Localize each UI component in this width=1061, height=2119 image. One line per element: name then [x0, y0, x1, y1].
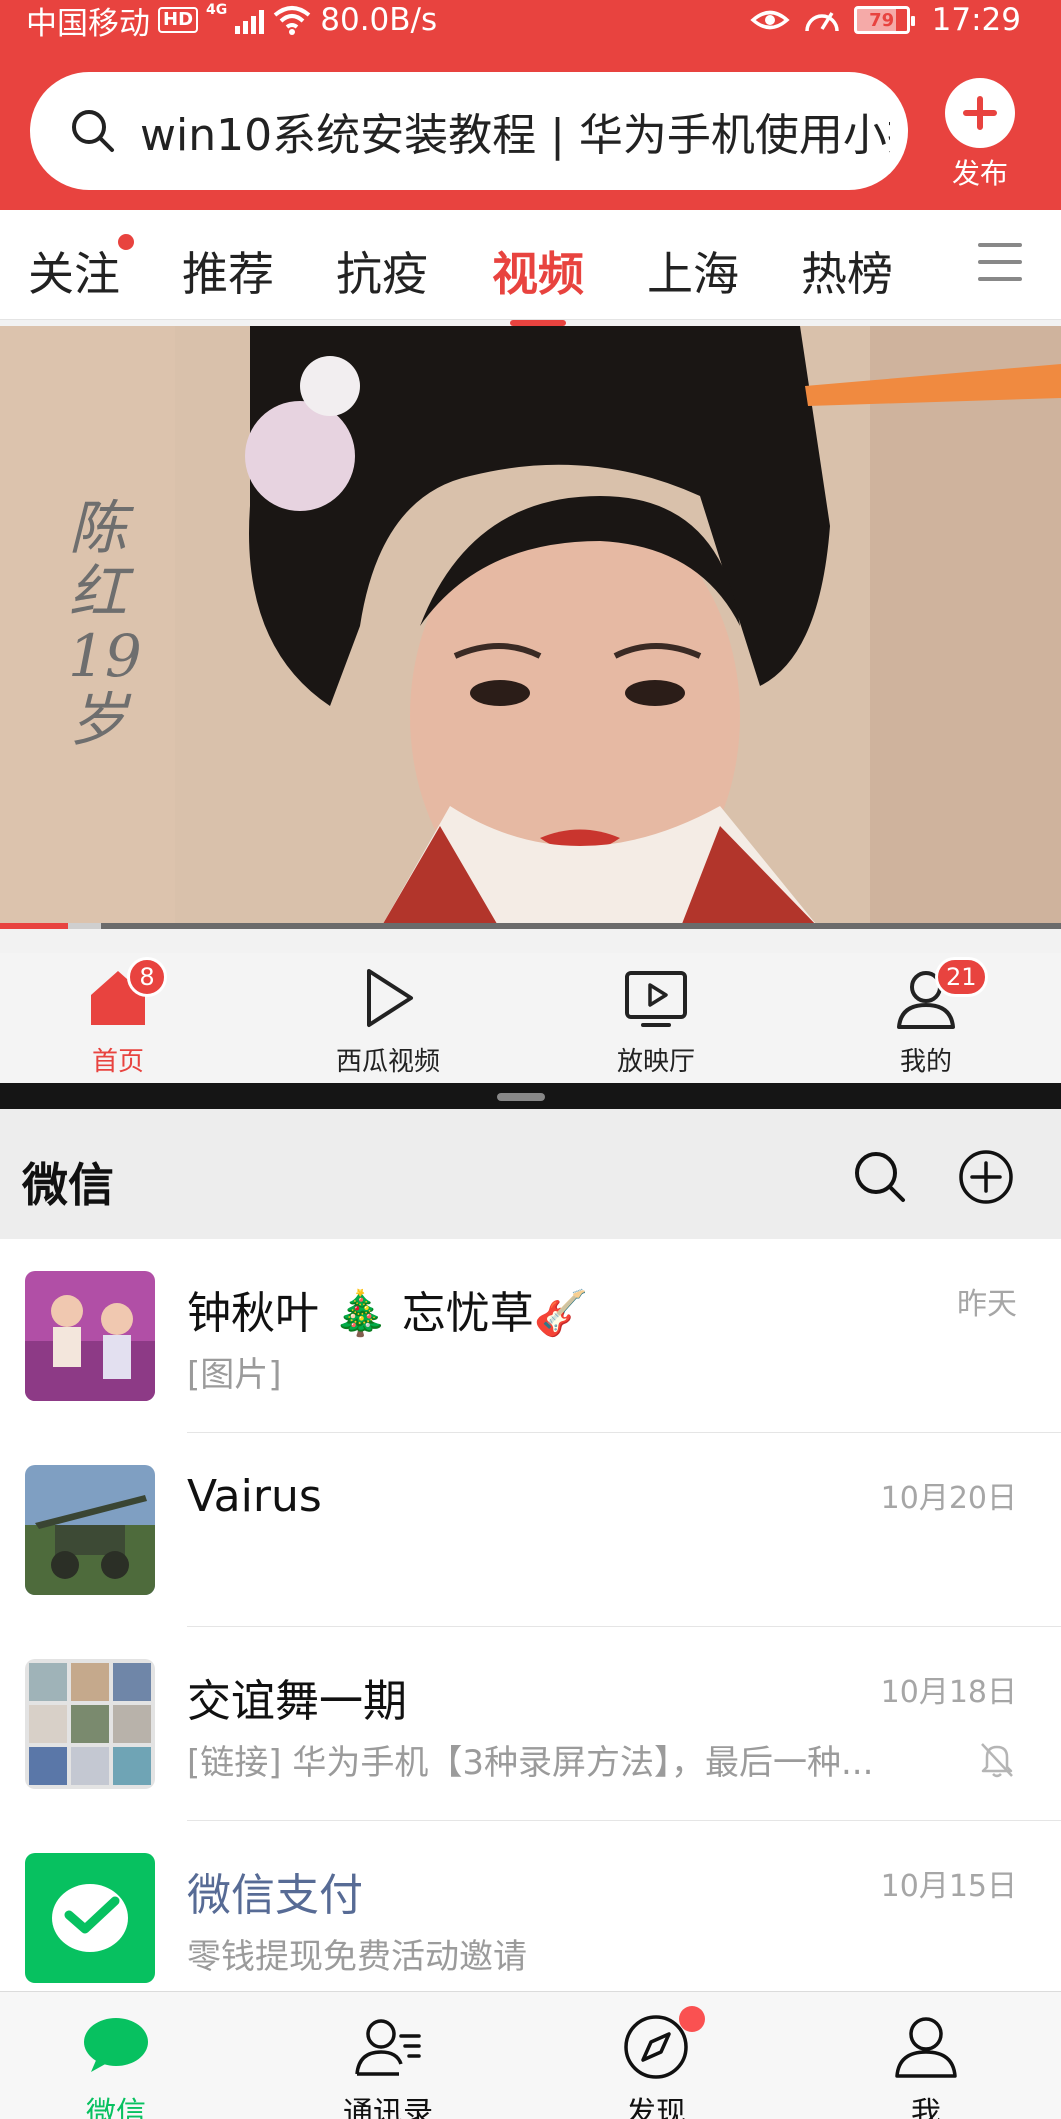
chat-time: 10月18日	[880, 1675, 1017, 1710]
wechat-pay-avatar	[25, 1853, 155, 1983]
chat-item[interactable]: 钟秋叶 🎄 忘忧草🎸 [图片] 昨天	[0, 1239, 1061, 1433]
tab-epidemic[interactable]: 抗疫	[336, 238, 428, 304]
eye-comfort-icon	[750, 10, 790, 30]
tab-label: 热榜	[801, 247, 893, 301]
chat-item[interactable]: Vairus 10月20日	[0, 1433, 1061, 1627]
contacts-icon	[355, 2019, 421, 2076]
network-type: 4G	[206, 2, 228, 18]
split-screen-divider[interactable]	[0, 1083, 1061, 1109]
battery-level: 79	[869, 9, 895, 31]
tv-play-icon	[625, 971, 687, 1027]
tab-label: 上海	[647, 247, 739, 301]
tab-hot-list[interactable]: 热榜	[801, 238, 893, 304]
tab-recommend[interactable]: 推荐	[182, 238, 274, 304]
chat-preview: [图片]	[187, 1355, 282, 1395]
hd-icon: HD	[158, 7, 199, 33]
mute-bell-icon	[981, 1743, 1013, 1778]
add-circle-icon[interactable]	[958, 1149, 1014, 1205]
nav-label: 放映厅	[616, 1047, 695, 1077]
wechat-bottom-nav: 微信 通讯录 发现 我	[0, 1991, 1061, 2119]
page-title: 微信	[22, 1158, 114, 1212]
tab-label: 推荐	[182, 247, 274, 301]
channel-tabs: 关注 推荐 抗疫 视频 上海 热榜	[0, 210, 1061, 326]
chat-name: 钟秋叶 🎄 忘忧草🎸	[187, 1288, 589, 1339]
home-badge: 8	[127, 957, 167, 997]
chat-name: Vairus	[187, 1471, 322, 1522]
chat-item[interactable]: 微信支付 零钱提现免费活动邀请 10月15日	[0, 1821, 1061, 1991]
tab-shanghai[interactable]: 上海	[647, 238, 739, 304]
me-icon	[895, 2017, 957, 2078]
chat-list: 钟秋叶 🎄 忘忧草🎸 [图片] 昨天 Vairus 10月20日 交谊舞一期 […	[0, 1239, 1061, 1991]
nav-label: 微信	[86, 2096, 146, 2119]
nav-label: 我	[911, 2096, 941, 2119]
nav-contacts[interactable]: 通讯录	[318, 2012, 458, 2119]
chat-preview: 零钱提现免费活动邀请	[187, 1937, 527, 1977]
menu-icon[interactable]	[977, 240, 1023, 284]
search-icon	[72, 110, 114, 152]
tab-video[interactable]: 视频	[492, 238, 584, 326]
nav-label: 首页	[91, 1047, 144, 1077]
nav-home[interactable]: 8 首页	[48, 957, 188, 1078]
tab-label: 视频	[492, 247, 584, 301]
nav-label: 发现	[626, 2096, 686, 2119]
nav-theater[interactable]: 放映厅	[586, 965, 726, 1078]
wechat-header: 微信	[0, 1109, 1061, 1239]
chat-item[interactable]: 交谊舞一期 [链接] 华为手机【3种录屏方法】，最后一种... 10月18日	[0, 1627, 1061, 1821]
discover-dot	[679, 2006, 705, 2032]
tab-label: 关注	[28, 247, 120, 301]
nav-chats[interactable]: 微信	[46, 2012, 186, 2119]
nav-label: 我的	[899, 1047, 952, 1077]
chat-name: 交谊舞一期	[187, 1676, 407, 1727]
signal-icon	[235, 6, 265, 34]
nav-label: 西瓜视频	[335, 1047, 440, 1077]
search-bar[interactable]: win10系统安装教程 | 华为手机使用小技巧	[30, 72, 908, 190]
unread-dot	[118, 234, 134, 250]
video-player[interactable]: 陈红19岁	[0, 326, 1061, 929]
video-overlay-text: 陈红19岁	[68, 494, 142, 754]
toutiao-bottom-nav: 8 首页 西瓜视频 放映厅 21 我的	[0, 953, 1061, 1083]
nav-mine[interactable]: 21 我的	[856, 957, 996, 1078]
avatar	[25, 1465, 155, 1595]
play-icon	[367, 969, 413, 1027]
speed-gauge-icon	[804, 12, 839, 32]
tab-label: 抗疫	[336, 247, 428, 301]
status-bar: 中国移动 HD 4G 80.0B/s 79 17:29	[0, 0, 1061, 42]
search-suggestion[interactable]: win10系统安装教程 | 华为手机使用小技巧	[140, 99, 890, 163]
app-header: 中国移动 HD 4G 80.0B/s 79 17:29 win10系统安装教程 …	[0, 0, 1061, 210]
avatar	[25, 1271, 155, 1401]
plus-icon	[945, 78, 1015, 148]
wifi-icon	[273, 6, 311, 35]
divider-handle[interactable]	[497, 1093, 545, 1101]
nav-label: 通讯录	[343, 2096, 433, 2119]
chat-time: 10月15日	[880, 1869, 1017, 1904]
played-bar	[0, 923, 68, 929]
video-frame	[0, 326, 1061, 929]
chat-time: 昨天	[957, 1287, 1017, 1322]
network-speed: 80.0B/s	[320, 2, 438, 38]
search-icon[interactable]	[852, 1149, 906, 1203]
mine-badge: 21	[935, 957, 988, 997]
publish-button[interactable]: 发布	[940, 78, 1020, 192]
clock: 17:29	[931, 2, 1021, 38]
battery-icon: 79	[853, 6, 915, 34]
chat-preview: [链接] 华为手机【3种录屏方法】，最后一种...	[187, 1743, 874, 1783]
video-progress-bar[interactable]	[0, 923, 1061, 929]
chat-name: 微信支付	[187, 1870, 363, 1921]
tab-follow[interactable]: 关注	[28, 234, 134, 304]
carrier-name: 中国移动	[26, 5, 150, 42]
nav-discover[interactable]: 发现	[586, 2006, 726, 2119]
nav-me[interactable]: 我	[856, 2012, 996, 2119]
chat-time: 10月20日	[880, 1481, 1017, 1516]
publish-label: 发布	[951, 157, 1008, 190]
chat-icon	[84, 2018, 148, 2072]
group-avatar	[25, 1659, 155, 1789]
nav-xigua-video[interactable]: 西瓜视频	[318, 965, 458, 1078]
buffered-bar	[67, 923, 101, 929]
